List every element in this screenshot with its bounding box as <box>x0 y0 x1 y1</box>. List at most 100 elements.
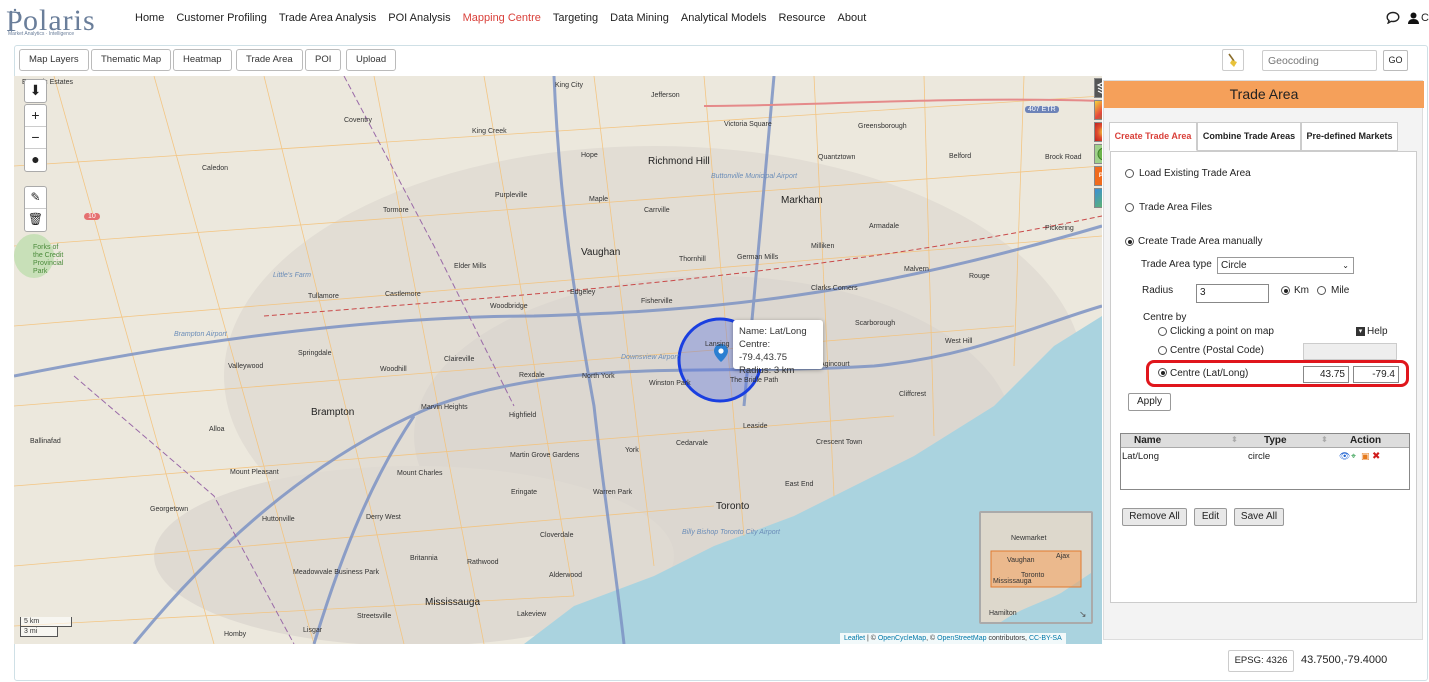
map-label: Mount Charles <box>397 470 443 477</box>
locate-pin-icon[interactable]: ⌖ <box>1351 451 1356 462</box>
go-button[interactable]: GO <box>1383 50 1408 71</box>
nav-item-analytical-models[interactable]: Analytical Models <box>681 12 767 24</box>
minimap-toggle-icon[interactable]: ↘ <box>1079 609 1087 620</box>
save-icon[interactable]: ▣ <box>1361 451 1370 462</box>
map-label: Meadowvale Business Park <box>293 569 379 576</box>
upload-button[interactable]: Upload <box>346 49 397 71</box>
map-label: Carrville <box>644 207 670 214</box>
nav-item-targeting[interactable]: Targeting <box>553 12 598 24</box>
map-label: Downsview Airport <box>621 354 679 361</box>
col-type[interactable]: Type <box>1264 435 1287 446</box>
nav-item-home[interactable]: Home <box>135 12 164 24</box>
centre-latlong-radio[interactable] <box>1158 368 1167 377</box>
nav-item-data-mining[interactable]: Data Mining <box>610 12 669 24</box>
col-name[interactable]: Name <box>1134 435 1161 446</box>
table-header: Name ⬍ Type ⬍ Action <box>1121 434 1409 448</box>
map-label: King Creek <box>472 128 507 135</box>
map-label: Rathwood <box>467 559 499 566</box>
map-canvas[interactable]: Emeraic Estates King City Jefferson Cove… <box>14 76 1102 644</box>
poi-button[interactable]: POI <box>305 49 342 71</box>
trade-area-type-select[interactable]: Circle ⌄ <box>1217 257 1354 274</box>
trade-area-button[interactable]: Trade Area <box>236 49 303 71</box>
create-manual-radio[interactable] <box>1125 237 1134 246</box>
map-label: Cloverdale <box>540 532 574 539</box>
nav-item-trade-area-analysis[interactable]: Trade Area Analysis <box>279 12 376 24</box>
delete-icon[interactable]: ✖ <box>1372 451 1380 462</box>
thematic-layer-icon[interactable] <box>1094 100 1102 120</box>
sort-icon[interactable]: ⬍ <box>1321 435 1328 444</box>
chevron-down-icon: ⌄ <box>1342 261 1349 270</box>
map-label: Rexdale <box>519 372 545 379</box>
heatmap-layer-icon[interactable] <box>1094 122 1102 142</box>
epsg-badge[interactable]: EPSG: 4326 <box>1228 650 1294 672</box>
thematic-map-button[interactable]: Thematic Map <box>91 49 172 71</box>
polaris-logo[interactable]: P olaris Market Analytics · Intelligence <box>6 4 106 38</box>
download-icon[interactable]: ⬇ <box>25 80 46 102</box>
unit-km-radio[interactable] <box>1281 286 1290 295</box>
layers-icon[interactable] <box>1094 78 1102 98</box>
map-label: Clarks Corners <box>811 285 858 292</box>
draw-control: ✎ 🗑 <box>24 186 47 232</box>
tab-predefined-markets[interactable]: Pre-defined Markets <box>1301 122 1398 151</box>
map-label: Richmond Hill <box>648 156 710 167</box>
nav-item-poi-analysis[interactable]: POI Analysis <box>388 12 450 24</box>
map-label: Tullamore <box>308 293 339 300</box>
user-icon <box>1408 12 1420 24</box>
postal-code-input[interactable] <box>1303 343 1397 360</box>
trade-area-layer-icon[interactable] <box>1094 144 1102 164</box>
unit-mile-radio[interactable] <box>1317 286 1326 295</box>
map-label: Quantztown <box>818 154 856 161</box>
edit-icon[interactable]: ✎ <box>25 187 46 209</box>
map-label: Valleywood <box>228 363 264 370</box>
map-label: Fisherville <box>641 298 673 305</box>
scale-km: 5 km <box>20 617 72 627</box>
save-all-button[interactable]: Save All <box>1234 508 1284 526</box>
minimap[interactable]: Newmarket Vaughan Ajax Toronto Mississau… <box>979 511 1093 624</box>
zoom-out-button[interactable]: − <box>25 127 46 149</box>
centre-by-label: Centre by <box>1143 312 1187 323</box>
nav-item-customer-profiling[interactable]: Customer Profiling <box>176 12 266 24</box>
download-control[interactable]: ⬇ <box>24 79 47 103</box>
osm-link[interactable]: OpenStreetMap <box>937 635 986 642</box>
longitude-input[interactable]: -79.4 <box>1353 366 1399 383</box>
latitude-input[interactable]: 43.75 <box>1303 366 1349 383</box>
map-label: Woodbridge <box>490 303 528 310</box>
map-label: Milliken <box>811 243 835 250</box>
apply-button[interactable]: Apply <box>1128 393 1171 411</box>
nav-item-mapping-centre[interactable]: Mapping Centre <box>463 12 541 24</box>
remove-all-button[interactable]: Remove All <box>1122 508 1187 526</box>
trash-icon[interactable]: 🗑 <box>25 209 46 231</box>
load-existing-radio[interactable] <box>1125 169 1134 178</box>
heatmap-button[interactable]: Heatmap <box>173 49 232 71</box>
clear-map-button[interactable] <box>1222 49 1244 71</box>
attribution-text: contributors, <box>986 635 1029 642</box>
tab-combine-trade-areas[interactable]: Combine Trade Areas <box>1197 122 1301 151</box>
help-link[interactable]: ▾ Help <box>1356 326 1388 337</box>
chat-icon[interactable] <box>1386 11 1400 24</box>
centre-postal-radio[interactable] <box>1158 346 1167 355</box>
map-layers-button[interactable]: Map Layers <box>19 49 89 71</box>
radius-input[interactable]: 3 <box>1196 284 1269 303</box>
poi-layer-icon[interactable]: POI <box>1094 166 1102 186</box>
row-name: Lat/Long <box>1122 451 1159 462</box>
map-label: Rouge <box>969 273 990 280</box>
edit-button[interactable]: Edit <box>1194 508 1227 526</box>
nav-item-about[interactable]: About <box>838 12 867 24</box>
ocm-link[interactable]: OpenCycleMap <box>878 635 926 642</box>
license-link[interactable]: CC-BY-SA <box>1029 635 1062 642</box>
centre-click-radio[interactable] <box>1158 327 1167 336</box>
zoom-in-button[interactable]: + <box>25 105 46 127</box>
broom-icon <box>1228 53 1237 67</box>
user-menu[interactable]: C <box>1408 12 1429 24</box>
sort-icon[interactable]: ⬍ <box>1231 435 1238 444</box>
upload-layer-icon[interactable] <box>1094 188 1102 208</box>
nav-item-resource[interactable]: Resource <box>778 12 825 24</box>
view-icon[interactable]: 👁 <box>1339 451 1350 462</box>
tab-create-trade-area[interactable]: Create Trade Area <box>1109 122 1197 151</box>
geocoding-input[interactable] <box>1262 50 1377 71</box>
map-label: Alderwood <box>549 572 583 579</box>
trade-area-files-radio[interactable] <box>1125 203 1134 212</box>
leaflet-link[interactable]: Leaflet <box>844 635 865 642</box>
map-label: Thornhill <box>679 256 706 263</box>
locate-dot-icon[interactable]: ● <box>25 149 46 171</box>
